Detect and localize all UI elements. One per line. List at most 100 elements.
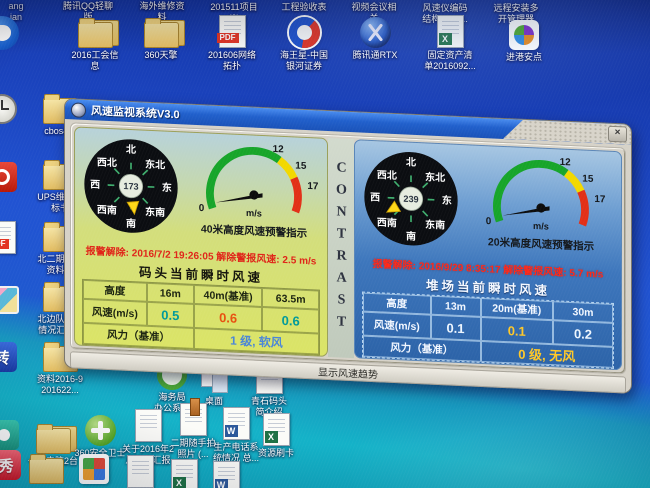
neptune-icon [289, 17, 320, 48]
speed-2: 0.1 [481, 317, 554, 344]
desktop-icon[interactable] [164, 458, 204, 488]
svg-text:北: 北 [406, 155, 416, 168]
word-icon [213, 461, 240, 488]
force-value: 1 级, 软风 [194, 328, 319, 355]
svg-text:m/s: m/s [246, 208, 262, 219]
svg-text:北: 北 [126, 142, 136, 155]
desktop-icon[interactable]: 2016工会信 息 [62, 14, 128, 72]
yard-panel: 北 东北 东 东南 南 西南 西 西北 239 [354, 139, 622, 370]
wind-speed-table: 高度 13m 20m(基准) 30m 风速(m/s) 0.1 0.1 0.2 风… [362, 292, 614, 369]
desktop-icon[interactable]: 360天擎 [130, 14, 192, 61]
wind-direction-compass: 北 东北 东 东南 南 西南 西 西北 173 [81, 134, 181, 239]
contrast-label: CONTRAST [333, 160, 349, 337]
force-label: 风力（基准） [363, 336, 481, 362]
desktop-icon[interactable]: 海王星-中国 银河证券 [270, 14, 338, 72]
desktop-icon[interactable]: 秀 [0, 446, 24, 482]
photo-icon [0, 286, 19, 314]
desktop-icon[interactable] [0, 280, 20, 316]
grid-icon [79, 454, 109, 484]
svg-text:南: 南 [406, 229, 416, 242]
wangwang-icon [0, 16, 19, 50]
contrast-divider: CONTRAST [328, 138, 354, 358]
svg-text:12: 12 [273, 144, 285, 156]
svg-text:12: 12 [560, 157, 572, 169]
desktop-icon[interactable] [120, 454, 160, 488]
svg-text:西北: 西北 [97, 155, 117, 169]
titlebar-right: × [503, 119, 631, 145]
svg-text:东北: 东北 [145, 158, 165, 172]
wind-monitor-window: 风速监视系统V3.0 × 北 [64, 98, 632, 394]
svg-text:0: 0 [199, 203, 205, 214]
svg-text:西: 西 [90, 179, 100, 191]
svg-text:东: 东 [442, 193, 452, 206]
speed-2: 0.6 [194, 304, 262, 331]
word-icon [223, 407, 250, 440]
svg-text:东南: 东南 [145, 205, 165, 219]
wind-direction-value: 239 [403, 194, 418, 205]
svg-text:15: 15 [582, 174, 594, 186]
folder-icon [78, 22, 113, 48]
color-app-icon [509, 20, 539, 50]
svg-text:西南: 西南 [97, 203, 117, 217]
desktop-icon[interactable] [74, 450, 114, 486]
svg-text:17: 17 [594, 194, 606, 206]
red-app-icon [0, 162, 17, 192]
speed-label: 风速(m/s) [363, 312, 431, 339]
wind-speed-table: 高度 16m 40m(基准) 63.5m 风速(m/s) 0.5 0.6 0.6… [82, 279, 320, 356]
svg-text:西: 西 [370, 191, 380, 203]
height-1: 13m [431, 296, 481, 317]
doc-icon [127, 455, 154, 488]
svg-text:东南: 东南 [425, 218, 445, 232]
wind-direction-compass: 北 东北 东 东南 南 西南 西 西北 239 [361, 146, 461, 251]
desktop-icon[interactable] [0, 16, 22, 52]
svg-text:西南: 西南 [377, 216, 397, 230]
svg-text:西北: 西北 [377, 168, 397, 182]
sphere-icon [360, 17, 391, 48]
desktop-icon[interactable] [0, 158, 20, 194]
speed-1: 0.5 [147, 302, 194, 328]
wind-speed-gauge: 0 12 15 17 m/s [462, 149, 620, 244]
desktop-icon[interactable] [0, 90, 20, 126]
desktop-icon[interactable]: 201606网络 拓扑 [198, 14, 266, 72]
svg-text:17: 17 [307, 181, 319, 193]
desktop-icon[interactable]: 转 [0, 338, 20, 374]
svg-text:南: 南 [126, 217, 136, 230]
excel-icon [437, 15, 464, 48]
desktop-icon[interactable] [206, 460, 246, 488]
svg-text:m/s: m/s [533, 221, 549, 232]
zip-icon [180, 403, 207, 436]
360-icon [85, 415, 116, 446]
desktop-icon[interactable]: 固定资产清 单2016092... [414, 14, 486, 72]
speed-3: 0.2 [553, 320, 613, 347]
close-button[interactable]: × [608, 126, 627, 143]
desktop-icon[interactable]: 腾讯通RTX [342, 14, 408, 61]
red-xiu-icon: 秀 [0, 450, 21, 480]
desktop-icon[interactable] [26, 450, 66, 486]
desktop-icon[interactable]: 资源刷卡 [248, 412, 304, 459]
desktop-icon[interactable]: 工程验收表 [270, 2, 338, 13]
pdf-icon [0, 221, 16, 254]
speed-3: 0.6 [262, 307, 319, 334]
excel-icon [263, 413, 290, 446]
window-title: 风速监视系统V3.0 [91, 102, 180, 122]
folder-icon [29, 458, 64, 484]
dock-panel: 北 东北 东 东南 南 西南 西 西北 173 [74, 126, 328, 357]
doc-icon [135, 409, 162, 442]
speed-1: 0.1 [431, 315, 481, 341]
window-body: 北 东北 东 东南 南 西南 西 西北 173 [70, 122, 626, 374]
height-3: 63.5m [262, 288, 319, 310]
wind-direction-value: 173 [123, 181, 138, 192]
wind-speed-gauge: 0 12 15 17 m/s [181, 136, 327, 231]
app-icon [71, 102, 86, 118]
blue-app-icon: 转 [0, 342, 17, 372]
svg-text:东: 东 [162, 181, 172, 194]
folder-icon [144, 22, 179, 48]
desktop-icon[interactable]: 进港安点 [492, 16, 556, 63]
speed-label: 风速(m/s) [83, 299, 147, 326]
height-1: 16m [147, 283, 194, 304]
desktop-icon[interactable] [0, 220, 20, 256]
svg-text:0: 0 [486, 216, 492, 227]
svg-text:15: 15 [295, 160, 307, 172]
pdf-icon [219, 15, 246, 48]
clock-icon [0, 94, 17, 124]
